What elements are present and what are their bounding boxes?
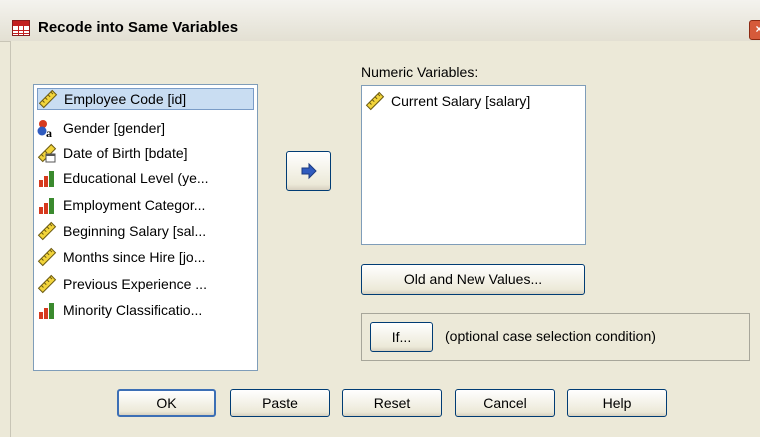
cancel-button[interactable]: Cancel (455, 389, 555, 417)
move-right-button[interactable] (286, 151, 331, 191)
ordinal-bars-icon (39, 303, 54, 319)
list-item-beginning-salary[interactable]: Beginning Salary [sal... (37, 220, 206, 242)
list-item-label: Previous Experience ... (63, 276, 207, 292)
ruler-icon (365, 91, 385, 111)
list-item-label: Employee Code [id] (64, 91, 187, 107)
list-item-label: Educational Level (ye... (63, 170, 209, 186)
list-item-previous-experience[interactable]: Previous Experience ... (37, 273, 207, 295)
ordinal-bars-icon (39, 171, 54, 187)
list-item-label: Employment Categor... (63, 197, 206, 213)
list-item-current-salary[interactable]: Current Salary [salary] (365, 90, 530, 112)
list-item-employee-code[interactable]: Employee Code [id] (37, 88, 254, 110)
title-bar[interactable]: Recode into Same Variables × (0, 0, 760, 42)
numeric-variables-list[interactable]: Current Salary [salary] (361, 85, 586, 245)
list-item-label: Current Salary [salary] (391, 93, 531, 109)
if-button[interactable]: If... (370, 322, 433, 352)
reset-button[interactable]: Reset (342, 389, 442, 417)
list-item-months-since-hire[interactable]: Months since Hire [jo... (37, 246, 205, 268)
list-item-gender[interactable]: a Gender [gender] (37, 117, 165, 139)
numeric-variables-label: Numeric Variables: (361, 64, 479, 80)
arrow-right-icon (301, 162, 317, 180)
list-item-label: Beginning Salary [sal... (63, 223, 207, 239)
ruler-icon (37, 221, 57, 241)
list-item-date-of-birth[interactable]: Date of Birth [bdate] (37, 142, 188, 164)
list-item-educational-level[interactable]: Educational Level (ye... (37, 167, 209, 189)
svg-text:a: a (46, 126, 52, 138)
old-and-new-values-button[interactable]: Old and New Values... (361, 264, 585, 295)
list-item-label: Minority Classificatio... (63, 302, 203, 318)
if-caption: (optional case selection condition) (445, 328, 656, 344)
recode-dialog: Recode into Same Variables × Employee Co… (0, 0, 760, 437)
close-button[interactable]: × (749, 20, 760, 40)
list-item-label: Date of Birth [bdate] (63, 145, 188, 161)
ok-button[interactable]: OK (117, 389, 216, 417)
if-condition-group: If... (optional case selection condition… (361, 313, 750, 361)
list-item-minority-classification[interactable]: Minority Classificatio... (37, 299, 202, 321)
close-icon: × (755, 22, 760, 36)
ruler-icon (37, 247, 57, 267)
ruler-icon (38, 89, 58, 109)
list-item-employment-category[interactable]: Employment Categor... (37, 194, 205, 216)
data-grid-icon (12, 20, 30, 36)
source-variable-list[interactable]: Employee Code [id] a Gender [gender] Dat… (33, 84, 258, 371)
help-button[interactable]: Help (567, 389, 667, 417)
list-item-label: Gender [gender] (63, 120, 165, 136)
dialog-title: Recode into Same Variables (38, 19, 239, 36)
date-ruler-icon (37, 143, 57, 163)
ruler-icon (37, 274, 57, 294)
list-item-label: Months since Hire [jo... (63, 249, 206, 265)
ordinal-bars-icon (39, 198, 54, 214)
paste-button[interactable]: Paste (230, 389, 330, 417)
nominal-string-icon: a (37, 120, 52, 138)
